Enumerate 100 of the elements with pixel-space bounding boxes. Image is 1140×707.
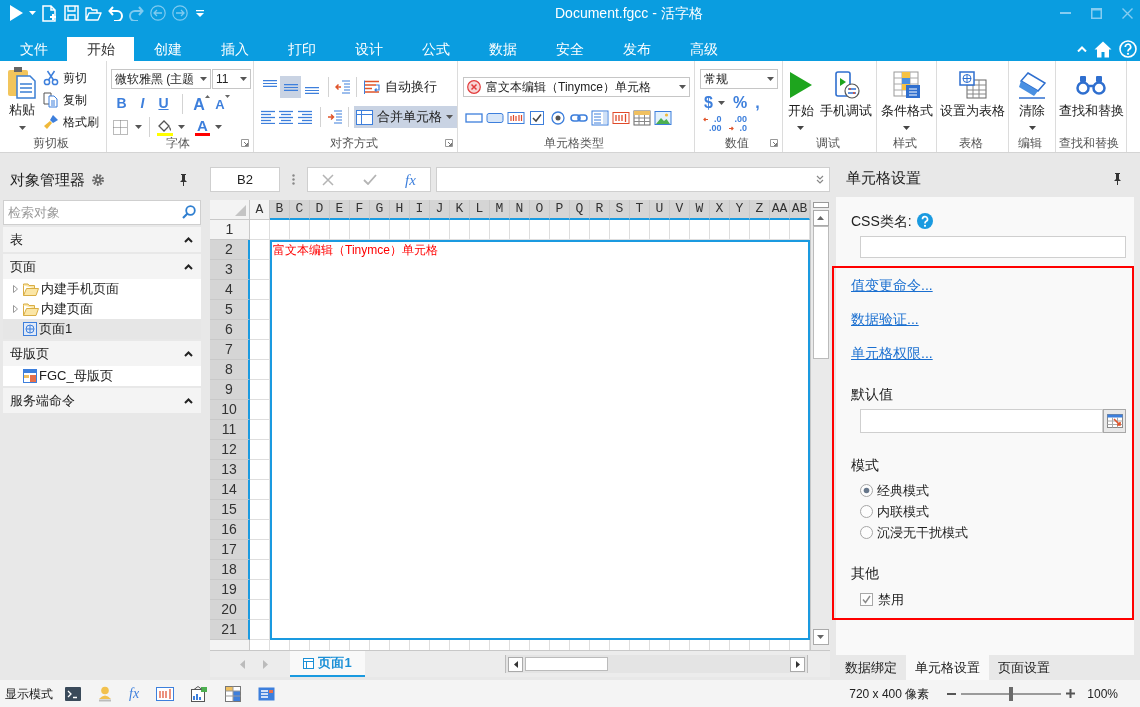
conditional-format-button[interactable]: 条件格式: [879, 71, 934, 130]
column-header[interactable]: T: [630, 200, 650, 220]
folder-icon[interactable]: [85, 5, 102, 21]
wrap-text-button[interactable]: 自动换行: [362, 76, 439, 98]
row-header[interactable]: 13: [210, 460, 250, 480]
column-header[interactable]: X: [710, 200, 730, 220]
scroll-right-button[interactable]: [790, 656, 805, 672]
expand-chevron-icon[interactable]: [816, 175, 824, 184]
row-header[interactable]: 14: [210, 480, 250, 500]
decrease-decimal-button[interactable]: .00 .0: [728, 115, 748, 133]
search-field[interactable]: 检索对象: [3, 200, 201, 225]
font-family-select[interactable]: 微软雅黑 (主题: [111, 69, 211, 89]
scrollbar-thumb[interactable]: [812, 226, 829, 359]
terminal-icon[interactable]: [65, 686, 81, 701]
column-header[interactable]: O: [530, 200, 550, 220]
confirm-icon[interactable]: [362, 174, 377, 185]
number-format-select[interactable]: 常规: [700, 69, 778, 89]
search-icon[interactable]: [182, 205, 196, 219]
row-header[interactable]: 9: [210, 380, 250, 400]
row-header[interactable]: 4: [210, 280, 250, 300]
rounded-rectangle-icon[interactable]: [486, 110, 504, 126]
calendar-icon[interactable]: [633, 110, 651, 126]
currency-button[interactable]: $: [704, 92, 725, 113]
row-header[interactable]: 16: [210, 520, 250, 540]
text-field-icon[interactable]: [156, 686, 175, 701]
italic-button[interactable]: I: [132, 93, 153, 114]
split-handle[interactable]: [812, 202, 829, 208]
tree-item[interactable]: 内建页面: [3, 299, 201, 319]
column-header[interactable]: H: [390, 200, 410, 220]
column-header[interactable]: Z: [750, 200, 770, 220]
cancel-icon[interactable]: [322, 173, 335, 186]
list-icon[interactable]: [591, 110, 609, 126]
section-header[interactable]: 母版页: [3, 341, 201, 366]
row-header[interactable]: 18: [210, 560, 250, 580]
row-header[interactable]: 8: [210, 360, 250, 380]
column-header[interactable]: G: [370, 200, 390, 220]
section-header[interactable]: 页面: [3, 254, 201, 279]
formula-picker-button[interactable]: [1103, 409, 1126, 433]
radio-option[interactable]: 内联模式: [834, 501, 931, 522]
row-header[interactable]: 10: [210, 400, 250, 420]
row-header[interactable]: 5: [210, 300, 250, 320]
percent-button[interactable]: %: [732, 92, 748, 113]
column-header[interactable]: S: [610, 200, 630, 220]
play-icon[interactable]: [10, 5, 23, 21]
pin-icon[interactable]: [180, 174, 187, 186]
column-header[interactable]: D: [310, 200, 330, 220]
settings-link[interactable]: 数据验证...: [851, 308, 919, 330]
column-header[interactable]: C: [290, 200, 310, 220]
row-header[interactable]: 11: [210, 420, 250, 440]
column-header[interactable]: M: [490, 200, 510, 220]
name-box[interactable]: B2: [210, 167, 280, 192]
panel-tab[interactable]: 单元格设置: [906, 655, 989, 680]
column-header[interactable]: F: [350, 200, 370, 220]
new-document-icon[interactable]: [42, 4, 58, 22]
row-header[interactable]: 6: [210, 320, 250, 340]
copy-button[interactable]: 复制: [42, 89, 100, 111]
chart-window-icon[interactable]: [191, 685, 209, 702]
text-field-icon[interactable]: [507, 110, 525, 126]
increase-decimal-button[interactable]: .0 .00: [703, 115, 722, 133]
default-value-input[interactable]: [860, 409, 1103, 433]
scroll-left-button[interactable]: [508, 656, 523, 672]
dialog-launcher-icon[interactable]: [770, 138, 778, 147]
clear-button[interactable]: 清除: [1017, 71, 1047, 130]
tree-item[interactable]: FGC_母版页: [3, 366, 201, 386]
save-icon[interactable]: [64, 5, 79, 21]
help-icon[interactable]: [1119, 40, 1137, 58]
mobile-debug-button[interactable]: 手机调试: [818, 71, 873, 130]
form-icon[interactable]: [258, 686, 276, 701]
rectangle-icon[interactable]: [465, 110, 483, 126]
css-class-input[interactable]: [860, 236, 1126, 258]
insert-function-button[interactable]: fx: [404, 170, 416, 189]
outdent-icon[interactable]: [335, 79, 351, 95]
column-header[interactable]: U: [650, 200, 670, 220]
number-field-icon[interactable]: [612, 110, 630, 126]
radio-option[interactable]: 经典模式: [834, 480, 931, 501]
format-as-table-button[interactable]: 设置为表格: [939, 71, 1006, 119]
ribbon-tab[interactable]: 开始: [67, 37, 134, 61]
customize-caret-icon[interactable]: [196, 9, 204, 17]
row-header[interactable]: 2: [210, 240, 250, 260]
tree-item[interactable]: 内建手机页面: [3, 279, 201, 299]
column-header[interactable]: L: [470, 200, 490, 220]
formula-input[interactable]: [436, 167, 830, 192]
image-icon[interactable]: [654, 110, 672, 126]
section-header[interactable]: 表: [3, 227, 201, 252]
row-header[interactable]: 19: [210, 580, 250, 600]
zoom-in-icon[interactable]: [1066, 689, 1076, 698]
bold-button[interactable]: B: [111, 93, 132, 114]
dialog-launcher-icon[interactable]: [241, 138, 249, 147]
radio-icon[interactable]: [549, 110, 567, 126]
row-header[interactable]: 17: [210, 540, 250, 560]
horizontal-scrollbar[interactable]: [505, 655, 808, 673]
column-header[interactable]: J: [430, 200, 450, 220]
panel-tab[interactable]: 页面设置: [989, 655, 1059, 680]
scroll-up-button[interactable]: [812, 210, 829, 226]
row-header[interactable]: 3: [210, 260, 250, 280]
radio-option[interactable]: 沉浸无干扰模式: [834, 522, 970, 543]
zoom-out-icon[interactable]: [947, 692, 957, 695]
slider-thumb[interactable]: [1009, 686, 1014, 701]
row-header[interactable]: 21: [210, 620, 250, 640]
underline-button[interactable]: U: [153, 93, 174, 114]
